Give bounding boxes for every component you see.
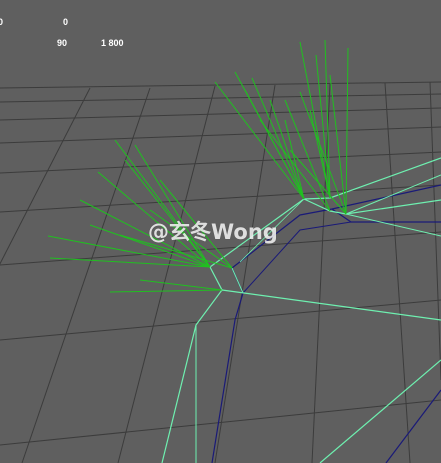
grid-line: [311, 83, 331, 463]
mesh-outer-edge: [161, 266, 223, 463]
hud-value-b: 0: [63, 17, 69, 27]
normal-line: [269, 99, 305, 200]
grid-line: [0, 93, 441, 103]
hud-value-d: 1 800: [101, 38, 124, 48]
grid-line: [214, 84, 276, 463]
watermark-text: @玄冬Wong: [148, 220, 278, 244]
mesh-inner-edge: [331, 208, 441, 223]
normal-line: [345, 47, 349, 215]
grid-line: [0, 81, 441, 89]
3d-viewport[interactable]: 0 0 90 1 800 @玄冬Wong: [0, 0, 441, 463]
wireframe-mesh[interactable]: [161, 157, 441, 463]
grid-line: [117, 85, 216, 463]
grid-line: [0, 107, 441, 121]
ground-grid: [0, 81, 441, 463]
hud-value-c: 90: [57, 38, 68, 48]
normal-line: [124, 159, 211, 268]
mesh-outer-edge: [319, 359, 441, 463]
grid-line: [21, 87, 151, 463]
mesh-outer-edge: [221, 289, 441, 321]
mesh-outer-edge: [231, 267, 244, 294]
normal-line: [109, 289, 223, 293]
grid-line: [0, 151, 441, 174]
normal-line: [139, 279, 223, 291]
grid-line: [0, 87, 91, 265]
grid-line: [0, 184, 441, 213]
normal-line: [259, 119, 331, 212]
mesh-inner-edge: [385, 389, 441, 463]
normal-line: [244, 89, 305, 200]
hud-value-a: 0: [0, 17, 4, 27]
grid-line: [384, 82, 411, 463]
